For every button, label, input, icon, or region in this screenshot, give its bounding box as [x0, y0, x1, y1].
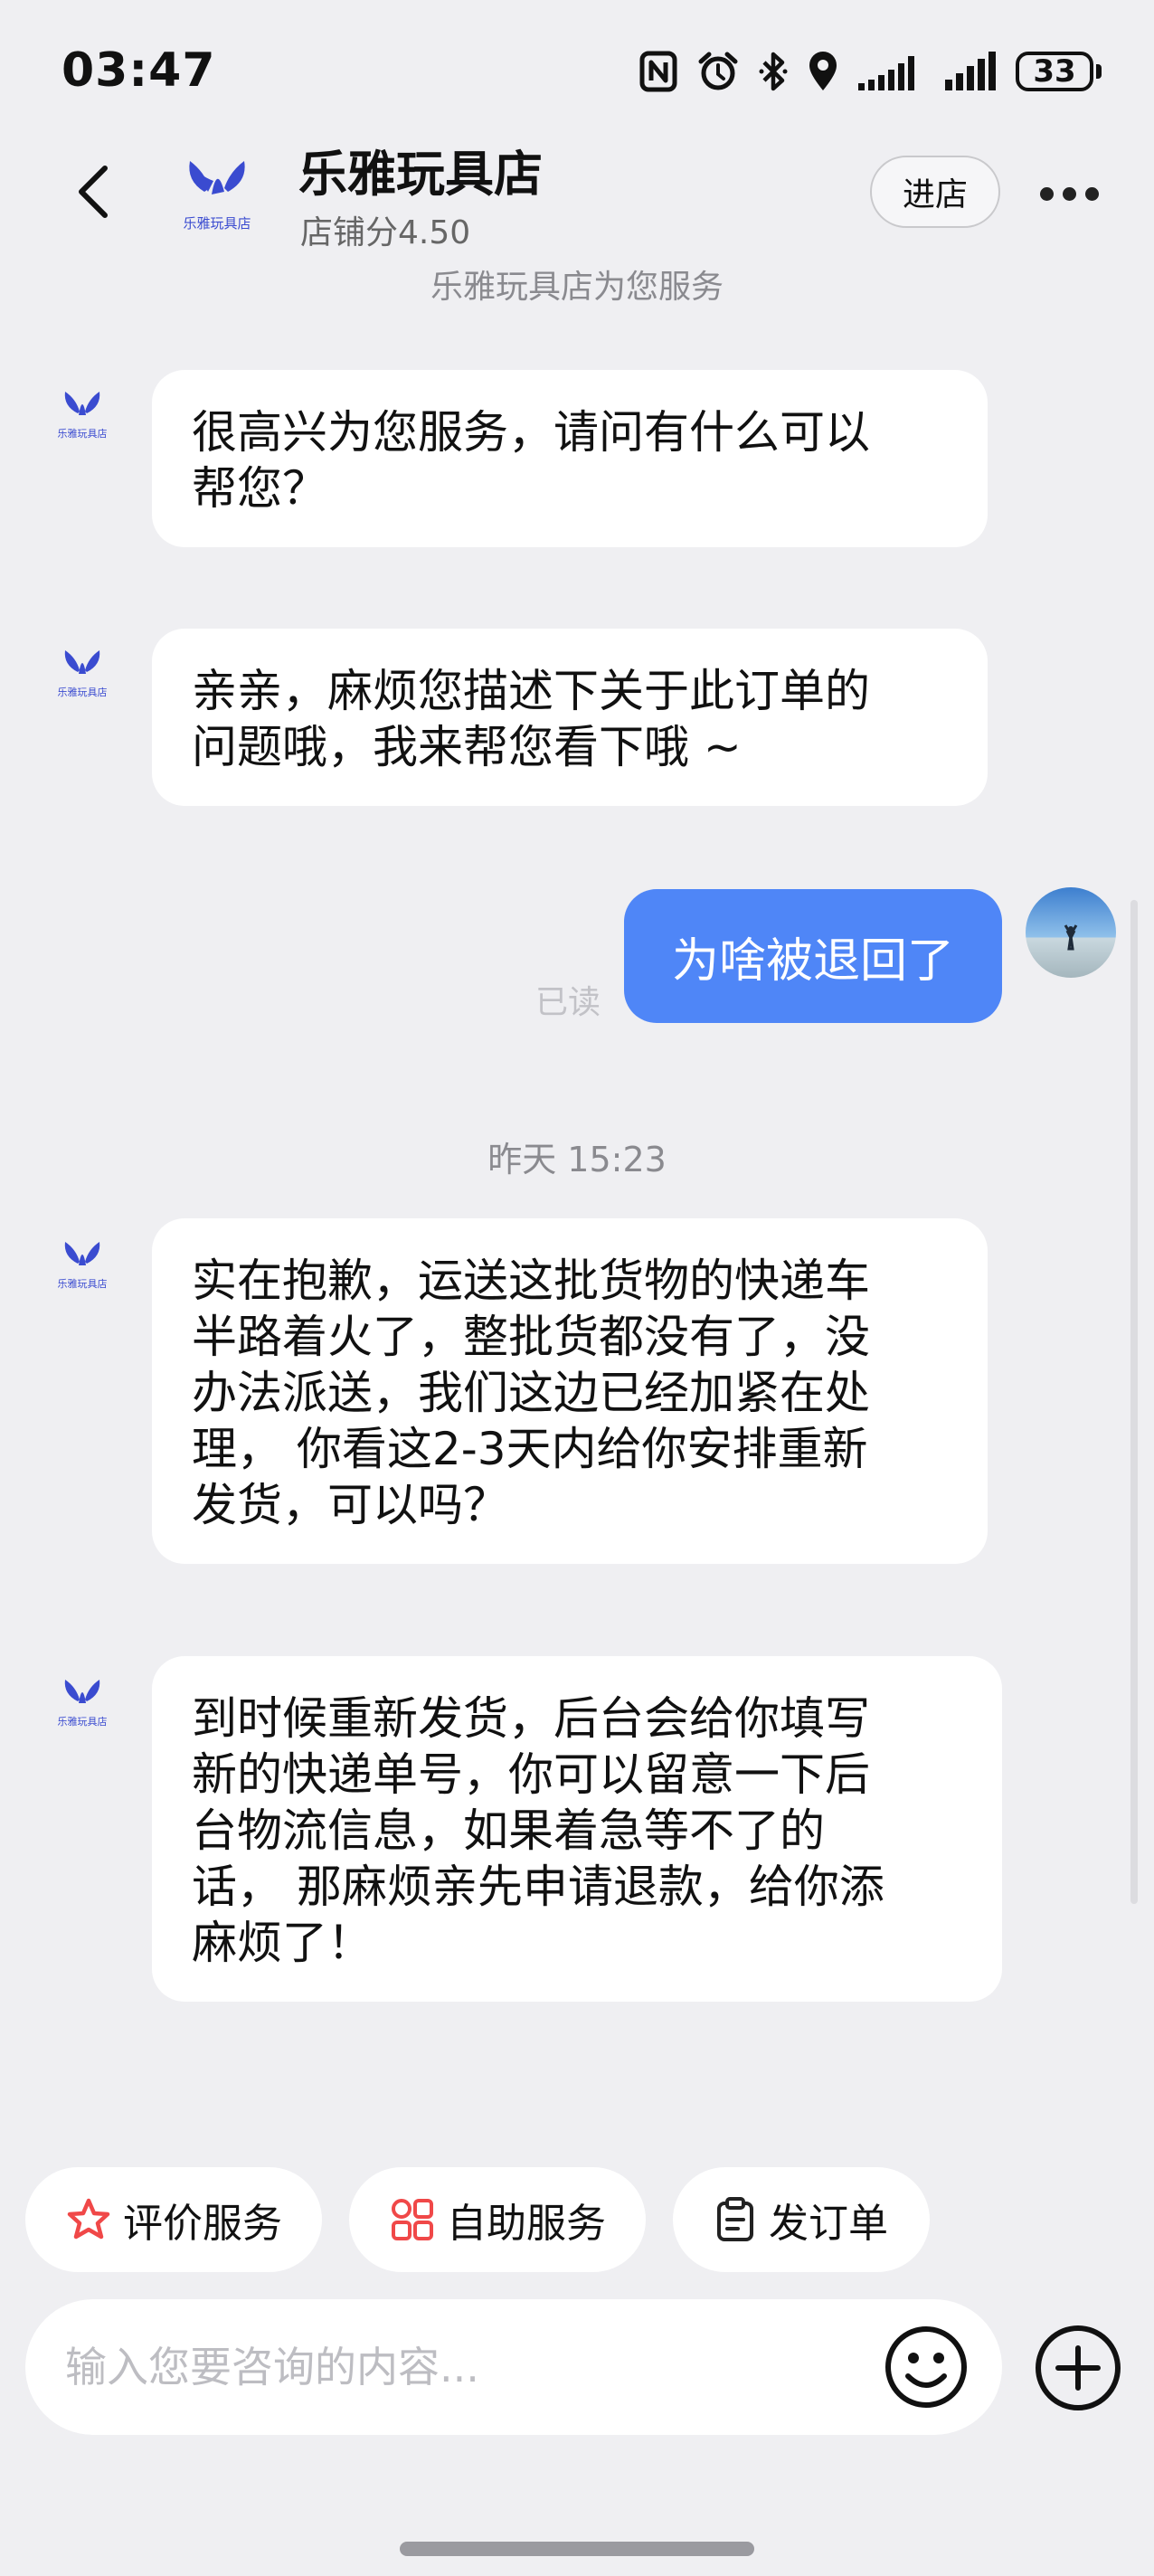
shop-message: 到时候重新发货，后台会给你填写 新的快递单号，你可以留意一下后 台物流信息，如果… [152, 1656, 1002, 2002]
chevron-left-icon [79, 166, 108, 218]
shop-name: 乐雅玩具店 [298, 146, 543, 203]
battery-icon: 33 [1016, 52, 1102, 91]
location-icon [809, 52, 837, 90]
svg-text:乐雅玩具店: 乐雅玩具店 [58, 1715, 108, 1728]
service-notice: 乐雅玩具店为您服务 [430, 269, 724, 306]
nfc-icon [639, 51, 677, 92]
home-indicator[interactable] [400, 2542, 754, 2556]
read-status: 已读 [535, 984, 601, 1021]
chat-header: 乐雅玩具店 乐雅玩具店 店铺分4.50 进店 乐雅玩具店为您服务 [0, 127, 1154, 321]
self-service-label: 自助服务 [447, 2201, 606, 2247]
shop-avatar: 乐雅玩具店 [58, 392, 108, 440]
back-button[interactable] [56, 156, 128, 228]
signal-icon [945, 52, 996, 90]
shop-message: 亲亲，麻烦您描述下关于此订单的 问题哦，我来帮您看下哦 ~ [152, 629, 988, 806]
bluetooth-icon [759, 52, 788, 91]
self-service-button[interactable]: 自助服务 [349, 2167, 646, 2272]
svg-text:乐雅玩具店: 乐雅玩具店 [58, 1277, 108, 1290]
rate-service-label: 评价服务 [123, 2201, 282, 2247]
message-input[interactable] [65, 2299, 861, 2435]
signal-icon [858, 56, 914, 90]
grid-icon [392, 2199, 433, 2240]
shop-logo: 乐雅玩具店 [183, 161, 251, 232]
status-time: 03:47 [61, 43, 216, 98]
scrollbar[interactable] [1130, 900, 1138, 1904]
more-dots-icon [1039, 186, 1054, 201]
timestamp: 昨天 15:23 [487, 1140, 667, 1179]
status-icons: 33 [639, 47, 1102, 96]
input-bar [25, 2299, 1002, 2435]
more-button[interactable] [1033, 157, 1105, 230]
logo-text: 乐雅玩具店 [183, 215, 251, 232]
user-avatar[interactable] [1026, 887, 1116, 978]
send-order-button[interactable]: 发订单 [673, 2167, 930, 2272]
enter-store-button[interactable]: 进店 [870, 156, 1000, 228]
shop-avatar: 乐雅玩具店 [58, 650, 108, 698]
smiley-icon[interactable] [883, 2324, 970, 2410]
plus-circle-icon[interactable] [1033, 2323, 1123, 2413]
shop-rating: 店铺分4.50 [300, 214, 471, 251]
user-message: 为啥被退回了 [624, 889, 1002, 1023]
status-bar: 03:47 33 [0, 0, 1154, 136]
chat-area: 乐雅玩具店 很高兴为您服务，请问有什么可以 帮您？ 乐雅玩具店 亲亲，麻烦您描述… [0, 321, 1154, 2126]
rate-service-button[interactable]: 评价服务 [25, 2167, 322, 2272]
shop-avatar: 乐雅玩具店 [58, 1242, 108, 1290]
battery-level: 33 [1033, 53, 1076, 90]
quick-actions: 评价服务 自助服务 发订单 [0, 2167, 1154, 2276]
alarm-icon [698, 52, 738, 90]
svg-text:乐雅玩具店: 乐雅玩具店 [58, 686, 108, 698]
svg-text:乐雅玩具店: 乐雅玩具店 [58, 427, 108, 440]
shop-message: 实在抱歉，运送这批货物的快递车 半路着火了，整批货都没有了，没 办法派送，我们这… [152, 1218, 988, 1564]
send-order-label: 发订单 [769, 2201, 888, 2247]
shop-message: 很高兴为您服务，请问有什么可以 帮您？ [152, 370, 988, 547]
clipboard-icon [717, 2197, 753, 2241]
star-icon [67, 2198, 110, 2240]
shop-avatar: 乐雅玩具店 [58, 1680, 108, 1728]
